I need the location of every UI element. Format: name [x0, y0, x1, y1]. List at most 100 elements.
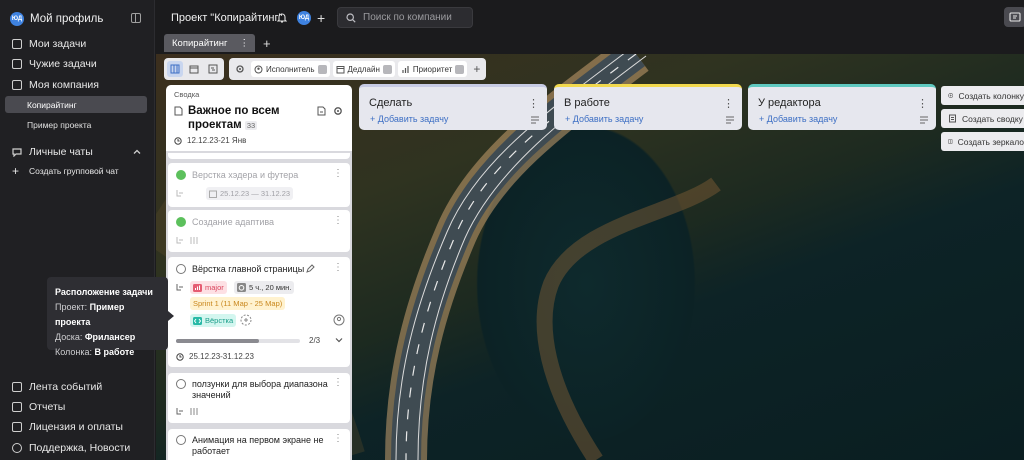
add-assignee-icon[interactable]: [240, 314, 252, 326]
task-menu-icon[interactable]: ⋮: [333, 262, 343, 273]
task-card[interactable]: Создание адаптива ⋮: [168, 210, 350, 252]
collapse-sidebar-icon[interactable]: [131, 13, 141, 23]
chevron-down-icon[interactable]: [335, 337, 343, 343]
add-filter-icon[interactable]: +: [470, 62, 483, 76]
timer-icon: [237, 283, 246, 292]
toggle-panel-button[interactable]: [1004, 7, 1024, 27]
task-menu-icon[interactable]: ⋮: [333, 433, 343, 444]
progress-count: 2/3: [309, 336, 321, 345]
column-menu-icon[interactable]: ⋮: [723, 97, 734, 110]
profile-link[interactable]: ЮД Мой профиль: [10, 10, 103, 28]
sidebar-item-support[interactable]: Поддержка, Новости: [12, 440, 130, 456]
plus-circle-icon: [948, 93, 954, 98]
filter-dropdown-icon[interactable]: [317, 64, 327, 74]
filter-icon[interactable]: [919, 115, 929, 125]
board-view-button[interactable]: [167, 61, 183, 77]
edit-icon[interactable]: [306, 264, 315, 273]
add-task-button[interactable]: + Добавить задачу: [370, 114, 448, 124]
priority-badge[interactable]: major: [190, 281, 227, 294]
add-task-button[interactable]: + Добавить задачу: [565, 114, 643, 124]
board-tabs: Копирайтинг ⋮ +: [164, 34, 271, 52]
check-done-icon[interactable]: [176, 217, 186, 227]
column-menu-icon[interactable]: ⋮: [528, 97, 539, 110]
task-card[interactable]: Анимация на первом экране не работает ⋮: [168, 429, 350, 460]
sidebar-item-others-tasks[interactable]: Чужие задачи: [12, 56, 97, 72]
filter-icon[interactable]: [725, 115, 735, 125]
task-card[interactable]: ползунки для выбора диапазона значений ⋮: [168, 373, 350, 423]
sidebar-subitem-copywriting[interactable]: Копирайтинг: [5, 96, 147, 113]
company-icon: [12, 80, 22, 90]
task-menu-icon[interactable]: ⋮: [333, 377, 343, 388]
sidebar-item-company[interactable]: Моя компания: [12, 77, 99, 93]
sidebar-item-license[interactable]: Лицензия и оплаты: [12, 419, 123, 435]
add-task-button[interactable]: + Добавить задачу: [759, 114, 837, 124]
task-card[interactable]: Верстка хэдера и футера ⋮ 25.12.23 — 31.…: [168, 163, 350, 207]
topbar: Проект "Копирайтинг" ЮД +: [156, 0, 1024, 36]
gantt-view-button[interactable]: [205, 61, 221, 77]
check-icon[interactable]: [176, 379, 186, 389]
search-input[interactable]: [363, 12, 463, 23]
tab-menu-icon[interactable]: ⋮: [240, 38, 250, 49]
check-icon[interactable]: [176, 264, 186, 274]
document-icon: [174, 106, 183, 116]
sidebar-item-reports[interactable]: Отчеты: [12, 399, 65, 415]
check-icon[interactable]: [176, 435, 186, 445]
assignee-icon[interactable]: [333, 314, 345, 326]
create-column-button[interactable]: Создать колонку: [941, 86, 1024, 105]
tag-badge[interactable]: Вёрстка: [190, 314, 237, 327]
filter-label: Дедлайн: [347, 64, 380, 74]
task-card[interactable]: Вёрстка главной страницы ⋮ major 5 ч., 2…: [168, 257, 350, 367]
sprint-badge[interactable]: Sprint 1 (11 Мар - 25 Мар): [190, 297, 286, 310]
filter-assignee[interactable]: Исполнитель: [251, 61, 330, 77]
add-member-icon[interactable]: +: [317, 10, 325, 26]
checklist-icon: [190, 237, 198, 244]
task-menu-icon[interactable]: ⋮: [333, 215, 343, 226]
sidebar-subitem-example-project[interactable]: Пример проекта: [5, 116, 147, 133]
task-menu-icon[interactable]: ⋮: [333, 168, 343, 179]
filter-label: Приоритет: [412, 64, 453, 74]
member-avatar[interactable]: ЮД: [297, 11, 311, 25]
filter-deadline[interactable]: Дедлайн: [332, 61, 395, 77]
column-menu-icon[interactable]: ⋮: [917, 97, 928, 110]
priority-icon: [193, 283, 202, 292]
sidebar-item-label: Лицензия и оплаты: [29, 421, 123, 433]
subtasks-icon: [176, 284, 183, 291]
filter-priority[interactable]: Приоритет: [397, 61, 468, 77]
column-in-progress[interactable]: В работе ⋮ + Добавить задачу: [554, 84, 742, 130]
sidebar-item-my-tasks[interactable]: Мои задачи: [12, 36, 86, 52]
gear-icon[interactable]: [333, 106, 343, 116]
filter-dropdown-icon[interactable]: [382, 64, 392, 74]
tab-copywriting[interactable]: Копирайтинг ⋮: [164, 34, 256, 52]
export-icon[interactable]: [317, 106, 326, 116]
chevron-up-icon[interactable]: [133, 148, 141, 156]
task-title: Анимация на первом экране не работает: [192, 435, 324, 456]
column-todo[interactable]: Сделать ⋮ + Добавить задачу: [359, 84, 547, 130]
sidebar-item-label: Поддержка, Новости: [29, 442, 131, 454]
time-spent-badge[interactable]: 5 ч., 20 мин.: [234, 281, 295, 294]
calendar-icon: [189, 65, 199, 74]
tooltip-project: Проект: Пример проекта: [55, 302, 125, 327]
task-card[interactable]: [168, 153, 350, 159]
settings-button[interactable]: [232, 61, 248, 77]
sidebar-item-personal-chats[interactable]: Личные чаты: [12, 144, 93, 160]
project-title: Проект "Копирайтинг": [171, 12, 283, 24]
summary-title: Важное по всем проектам 33: [188, 105, 280, 131]
check-done-icon[interactable]: [176, 170, 186, 180]
create-summary-button[interactable]: Создать сводку: [941, 109, 1024, 128]
create-group-chat-button[interactable]: + Создать групповой чат: [12, 163, 119, 179]
filter-icon[interactable]: [530, 115, 540, 125]
clock-icon: [174, 136, 182, 145]
tooltip-column: Колонка: В работе: [55, 347, 135, 357]
company-search[interactable]: [337, 7, 473, 28]
sidebar: ЮД Мой профиль Мои задачи Чужие задачи М…: [0, 0, 155, 460]
filter-dropdown-icon[interactable]: [455, 64, 465, 74]
column-editor[interactable]: У редактора ⋮ + Добавить задачу: [748, 84, 936, 130]
add-tab-icon[interactable]: +: [263, 36, 271, 51]
code-icon: [193, 316, 202, 325]
filters-bar: Исполнитель Дедлайн Приоритет +: [229, 58, 487, 80]
bell-icon[interactable]: [277, 12, 287, 23]
calendar-view-button[interactable]: [186, 61, 202, 77]
create-mirror-button[interactable]: Создать зеркало: [941, 132, 1024, 151]
sidebar-item-label: Личные чаты: [29, 146, 93, 158]
sidebar-item-feed[interactable]: Лента событий: [12, 379, 102, 395]
